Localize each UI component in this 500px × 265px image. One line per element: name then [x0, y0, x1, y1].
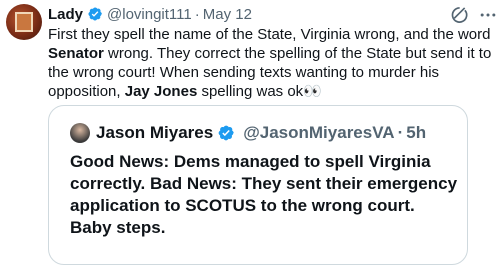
eyes-emoji: 👀 — [303, 83, 322, 100]
quoted-author-name[interactable]: Jason Miyares — [96, 123, 213, 143]
more-icon[interactable] — [478, 5, 498, 25]
author-name[interactable]: Lady — [48, 6, 83, 23]
tweet-text-part: First they spell the name of the State, … — [48, 26, 491, 43]
separator-dot: · — [194, 5, 200, 23]
tweet-text-part: spelling was ok — [197, 83, 304, 100]
tweet-text: First they spell the name of the State, … — [48, 25, 496, 101]
avatar-image — [15, 12, 33, 32]
grok-icon[interactable] — [448, 5, 468, 25]
quoted-tweet-header: Jason Miyares @JasonMiyaresVA · 5h — [70, 123, 426, 143]
tweet-text-bold: Senator — [48, 45, 104, 62]
verified-badge-icon — [88, 7, 102, 21]
tweet-date[interactable]: May 12 — [203, 6, 252, 23]
tweet-text-bold: Jay Jones — [124, 83, 198, 100]
tweet-header: Lady @lovingit111 · May 12 — [48, 4, 488, 24]
quoted-author-handle[interactable]: @JasonMiyaresVA — [243, 123, 394, 143]
author-avatar[interactable] — [6, 4, 42, 40]
tweet-actions — [448, 5, 498, 25]
quoted-tweet[interactable]: Jason Miyares @JasonMiyaresVA · 5h Good … — [48, 105, 468, 265]
separator-dot: · — [397, 123, 404, 142]
quoted-author-avatar[interactable] — [70, 123, 90, 143]
verified-badge-icon — [218, 125, 234, 141]
author-handle[interactable]: @lovingit111 — [107, 6, 192, 23]
quoted-tweet-text: Good News: Dems managed to spell Virgini… — [70, 152, 458, 237]
quoted-tweet-time[interactable]: 5h — [406, 123, 426, 143]
